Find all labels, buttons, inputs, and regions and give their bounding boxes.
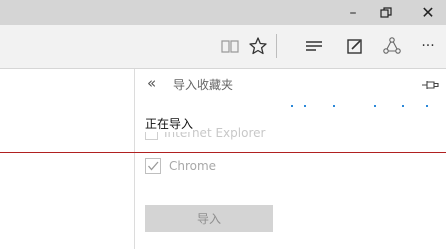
minimize-button[interactable]: – bbox=[338, 0, 368, 25]
progress-dot bbox=[304, 105, 306, 107]
importing-status: 正在导入 bbox=[145, 115, 194, 132]
toolbar-divider bbox=[276, 34, 277, 58]
back-button[interactable]: « bbox=[147, 74, 156, 92]
hub-icon[interactable] bbox=[302, 33, 326, 59]
progress-dot bbox=[426, 105, 428, 107]
close-button[interactable]: ✕ bbox=[413, 0, 443, 25]
restore-icon bbox=[380, 6, 392, 18]
import-button[interactable]: 导入 bbox=[145, 205, 273, 232]
share-icon[interactable] bbox=[380, 33, 404, 59]
red-divider-line bbox=[0, 152, 446, 153]
checkbox-icon[interactable] bbox=[145, 158, 161, 174]
chrome-option[interactable]: Chrome bbox=[145, 158, 216, 174]
restore-button[interactable] bbox=[371, 0, 401, 25]
favorite-star-icon[interactable] bbox=[246, 33, 270, 59]
pin-icon[interactable] bbox=[421, 77, 439, 91]
web-note-icon[interactable] bbox=[343, 33, 367, 59]
more-icon[interactable]: ··· bbox=[416, 33, 440, 59]
title-bar: – ✕ bbox=[0, 0, 446, 25]
reading-view-icon[interactable] bbox=[218, 33, 242, 59]
progress-dot bbox=[291, 105, 293, 107]
page-content-area bbox=[0, 69, 134, 249]
panel-title: 导入收藏夹 bbox=[173, 78, 234, 92]
progress-dot bbox=[402, 105, 404, 107]
progress-dot bbox=[374, 105, 376, 107]
browser-toolbar: ··· bbox=[0, 25, 446, 69]
progress-dot bbox=[333, 105, 335, 107]
option-label: Chrome bbox=[169, 159, 217, 173]
